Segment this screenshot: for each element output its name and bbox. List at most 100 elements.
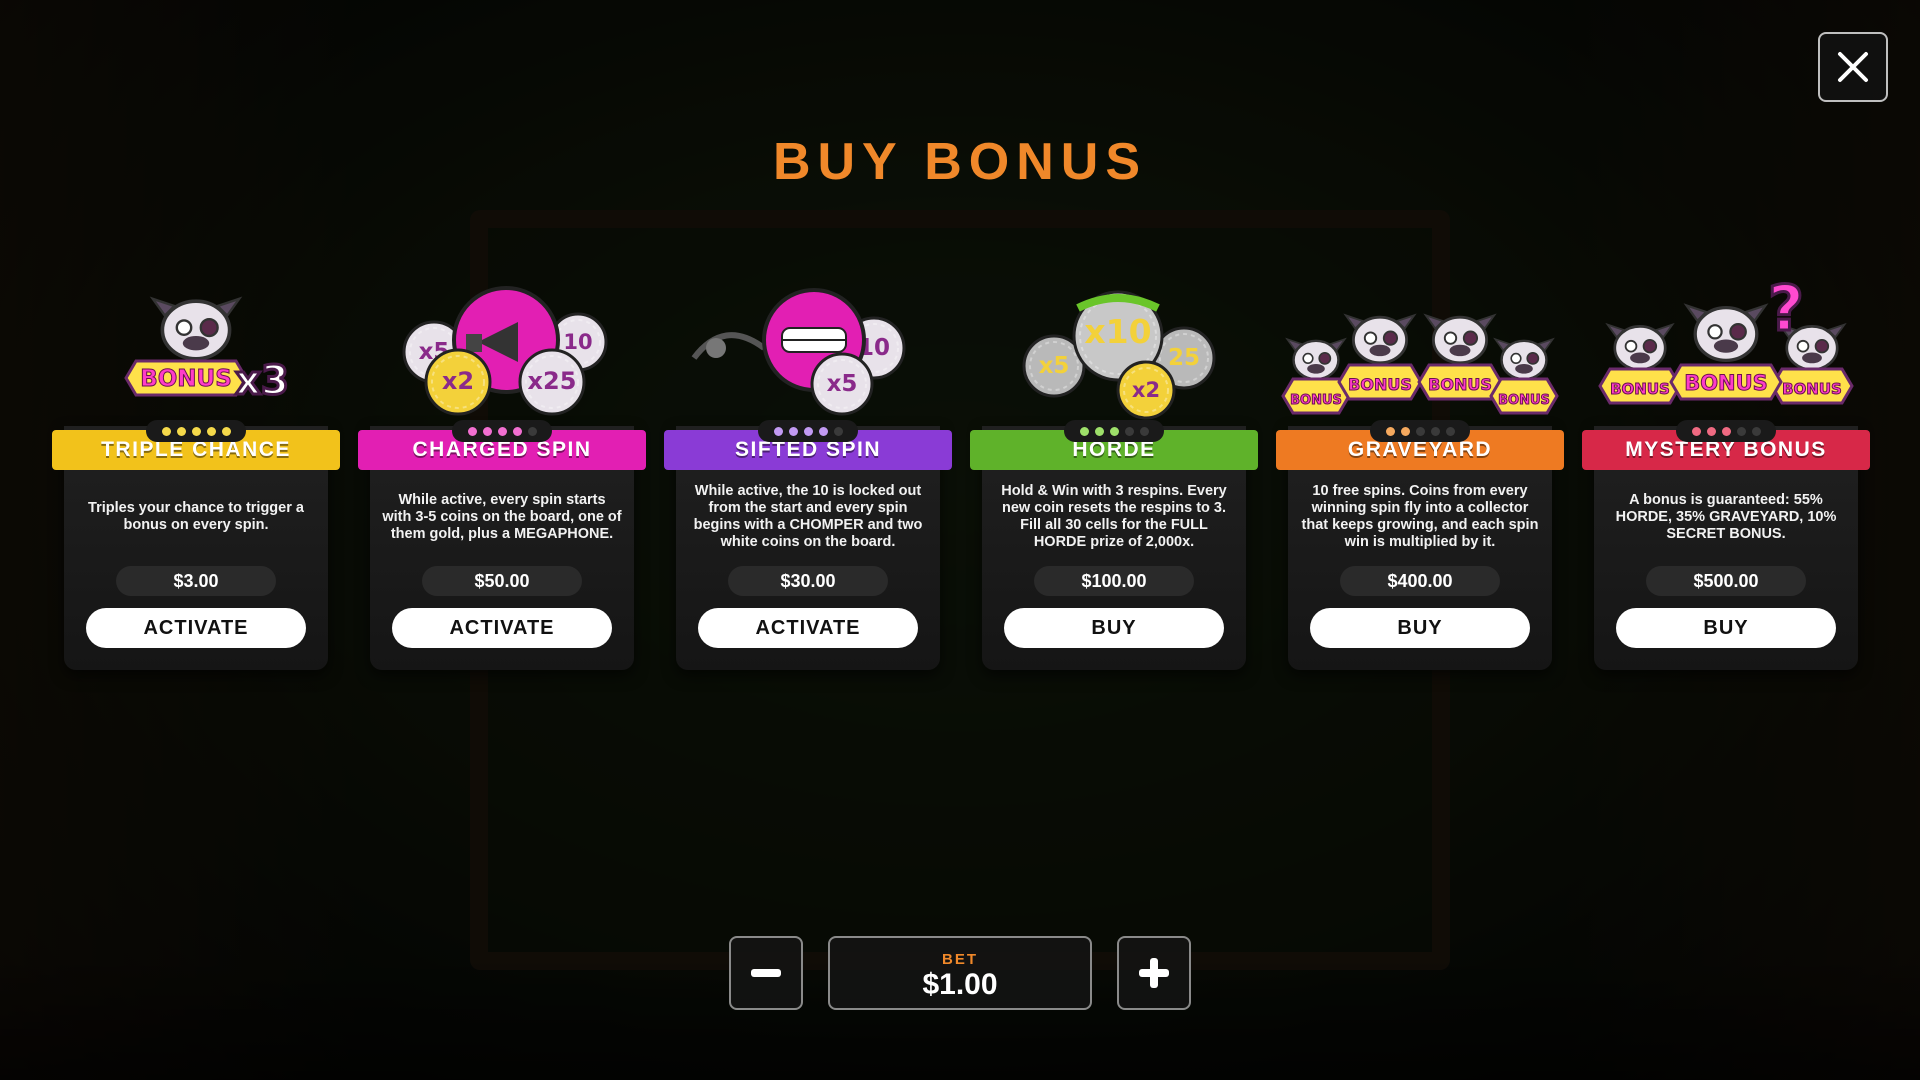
svg-text:x2: x2 (442, 367, 474, 395)
svg-text:x2: x2 (1132, 378, 1160, 402)
svg-text:BONUS: BONUS (140, 366, 232, 392)
card-description: A bonus is guaranteed: 55% HORDE, 35% GR… (1615, 491, 1837, 542)
bonus-card-horde: x5 25 x10 x2 HORDE Hold & Win with 3 res… (970, 278, 1258, 670)
svg-text:25: 25 (1168, 345, 1200, 371)
activate-button[interactable]: ACTIVATE (86, 608, 306, 648)
svg-text:x3: x3 (235, 358, 289, 404)
close-icon (1838, 52, 1868, 82)
svg-text:x25: x25 (528, 367, 577, 395)
level-dot (161, 426, 171, 436)
svg-text:x5: x5 (1039, 353, 1070, 379)
card-art: ? BONUS BONUS BONUS (1582, 278, 1870, 420)
svg-text:x10: x10 (1084, 312, 1151, 351)
bonus-card-sifted-spin: 10 x5 SIFTED SPIN While active, the 10 i… (664, 278, 952, 670)
level-indicator (146, 420, 246, 442)
bet-label: BET (942, 951, 978, 968)
bet-increase-button[interactable] (1117, 936, 1191, 1010)
level-indicator (1676, 420, 1776, 442)
bonus-card-triple-chance: BONUS x3 TRIPLE CHANCE Triples your chan… (52, 278, 340, 670)
svg-text:BONUS: BONUS (1290, 393, 1342, 408)
level-dot (176, 426, 186, 436)
svg-text:?: ? (1768, 278, 1804, 345)
level-indicator (452, 420, 552, 442)
buy-button[interactable]: BUY (1310, 608, 1530, 648)
card-description: Triples your chance to trigger a bonus o… (88, 500, 304, 533)
bonus-card-charged-spin: x5 10 x2 x25 CHARGED SPIN While active, … (358, 278, 646, 670)
level-dot (1721, 426, 1731, 436)
level-dot (1430, 426, 1440, 436)
page-title: BUY BONUS (772, 133, 1148, 191)
bet-decrease-button[interactable] (729, 936, 803, 1010)
level-indicator (1370, 420, 1470, 442)
level-dot (191, 426, 201, 436)
level-dot (512, 426, 522, 436)
bonus-card-graveyard: BONUS BONUS BONUS BONUS GRAVEYARD 10 fre… (1276, 278, 1564, 670)
card-price: $30.00 (728, 566, 888, 596)
card-art: BONUS x3 (52, 278, 340, 420)
card-price: $3.00 (116, 566, 276, 596)
chomper-coins-icon: 10 x5 (691, 288, 906, 416)
level-dot (1094, 426, 1104, 436)
level-dot (467, 426, 477, 436)
level-dot (206, 426, 216, 436)
level-dot (221, 426, 231, 436)
plus-icon (1139, 958, 1169, 988)
svg-text:BONUS: BONUS (1498, 393, 1550, 408)
level-dot (1445, 426, 1455, 436)
level-dot (773, 426, 783, 436)
svg-text:BONUS: BONUS (1348, 375, 1412, 394)
level-dot (1415, 426, 1425, 436)
card-description: Hold & Win with 3 respins. Every new coi… (1001, 483, 1227, 550)
card-price: $50.00 (422, 566, 582, 596)
close-button[interactable] (1818, 32, 1888, 102)
megaphone-coins-icon: x5 10 x2 x25 (402, 286, 608, 416)
level-dot (497, 426, 507, 436)
card-art: x5 10 x2 x25 (358, 278, 646, 420)
svg-text:BONUS: BONUS (1428, 375, 1492, 394)
level-dot (1751, 426, 1761, 436)
card-art: 10 x5 (664, 278, 952, 420)
graveyard-bonus-icon: BONUS BONUS BONUS BONUS (1281, 313, 1559, 415)
bonus-card-list: BONUS x3 TRIPLE CHANCE Triples your chan… (52, 278, 1872, 678)
level-dot (482, 426, 492, 436)
buy-button[interactable]: BUY (1004, 608, 1224, 648)
activate-button[interactable]: ACTIVATE (392, 608, 612, 648)
card-price: $100.00 (1034, 566, 1194, 596)
card-price: $400.00 (1340, 566, 1500, 596)
bet-display: BET $1.00 (828, 936, 1092, 1010)
level-dot (803, 426, 813, 436)
level-dot (1385, 426, 1395, 436)
level-dot (1400, 426, 1410, 436)
horde-coins-icon: x5 25 x10 x2 (1022, 290, 1216, 420)
card-description: 10 free spins. Coins from every winning … (1301, 483, 1539, 550)
level-dot (1691, 426, 1701, 436)
level-dot (818, 426, 828, 436)
svg-text:BONUS: BONUS (1610, 380, 1670, 398)
activate-button[interactable]: ACTIVATE (698, 608, 918, 648)
card-description: While active, every spin starts with 3-5… (382, 491, 622, 542)
mystery-bonus-icon: ? BONUS BONUS BONUS (1598, 278, 1854, 405)
bet-value: $1.00 (922, 968, 998, 1001)
level-dot (1736, 426, 1746, 436)
level-dot (1706, 426, 1716, 436)
svg-text:x5: x5 (827, 371, 858, 397)
level-dot (1124, 426, 1134, 436)
svg-text:BONUS: BONUS (1684, 371, 1768, 395)
level-indicator (1064, 420, 1164, 442)
level-indicator (758, 420, 858, 442)
level-dot (788, 426, 798, 436)
level-dot (1079, 426, 1089, 436)
svg-text:10: 10 (563, 330, 592, 354)
card-description: While active, the 10 is locked out from … (693, 483, 923, 550)
level-dot (1139, 426, 1149, 436)
level-dot (527, 426, 537, 436)
minus-icon (751, 969, 781, 977)
card-price: $500.00 (1646, 566, 1806, 596)
svg-text:BONUS: BONUS (1782, 380, 1842, 398)
card-art: x5 25 x10 x2 (970, 278, 1258, 420)
buy-button[interactable]: BUY (1616, 608, 1836, 648)
level-dot (1109, 426, 1119, 436)
level-dot (833, 426, 843, 436)
bonus-card-mystery-bonus: ? BONUS BONUS BONUS MYSTERY BONUS A bonu… (1582, 278, 1870, 670)
bonus-x3-icon: BONUS x3 (124, 296, 290, 406)
